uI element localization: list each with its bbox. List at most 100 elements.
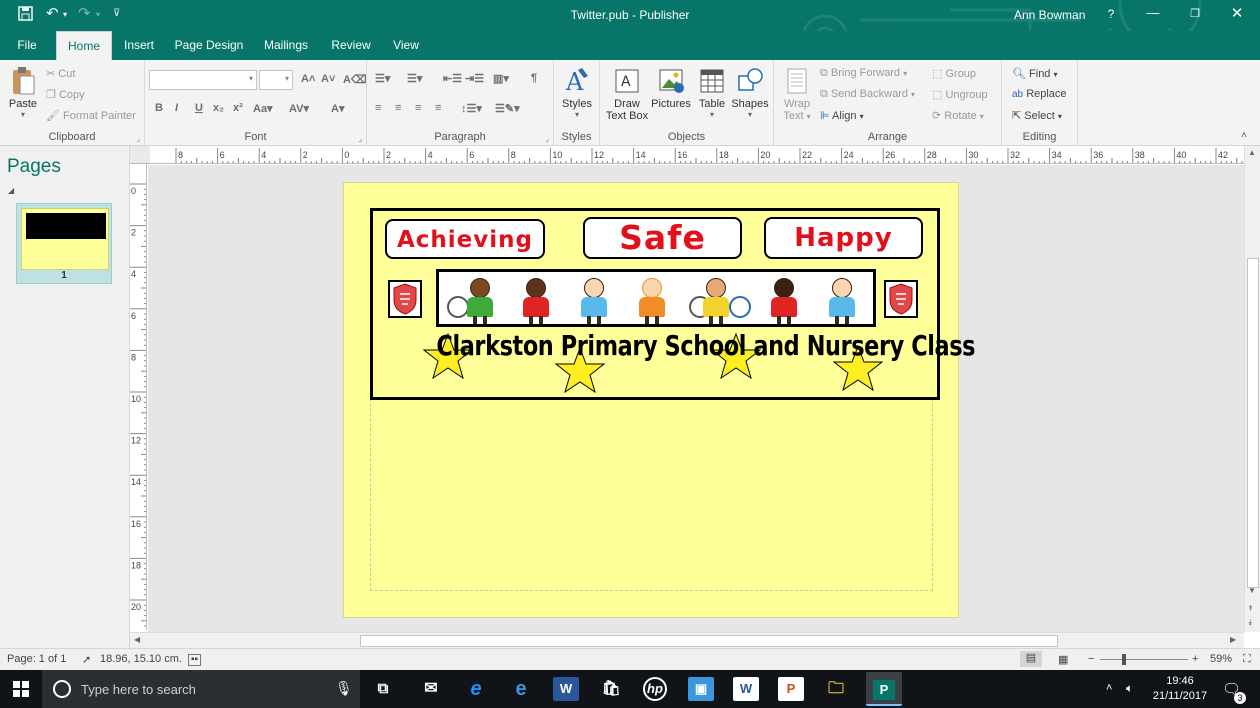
ruler-corner[interactable] — [130, 146, 150, 164]
store-icon[interactable]: 🛍︎ — [598, 677, 624, 701]
zoom-slider[interactable] — [1100, 659, 1188, 660]
clear-formatting-icon[interactable]: A⌫ — [343, 73, 367, 86]
show-paragraph-marks-icon[interactable]: ¶ — [531, 72, 537, 84]
label-happy[interactable]: Happy — [764, 217, 923, 259]
section-collapse-icon[interactable]: ◢ — [8, 186, 14, 195]
character-spacing-icon[interactable]: AV▾ — [289, 102, 309, 115]
bold-icon[interactable]: B — [155, 102, 163, 114]
send-backward-button[interactable]: ⧉ Send Backward ▾ — [820, 88, 915, 101]
word-document-icon[interactable]: W — [733, 677, 759, 701]
photos-icon[interactable]: ▣ — [688, 677, 714, 701]
select-button[interactable]: ⇱ Select ▾ — [1012, 109, 1062, 122]
banner-group[interactable]: Achieving Safe Happy Clarkston Primary S… — [370, 208, 976, 400]
close-button[interactable]: ✕ — [1222, 4, 1252, 22]
align-dropdown-icon[interactable]: ▾ — [860, 112, 864, 121]
line-spacing-icon[interactable]: ↕☰▾ — [461, 102, 482, 115]
replace-button[interactable]: ab Replace — [1012, 88, 1067, 100]
horizontal-ruler[interactable]: 8 6 4 2 0 2 4 6 8 10 12 14 16 18 20 22 24 26 28 30 32 34 36 38 4… — [150, 146, 1244, 164]
tab-insert[interactable]: Insert — [117, 31, 161, 60]
bullets-icon[interactable]: ☰▾ — [375, 72, 390, 85]
volume-muted-icon[interactable]: 🔈︎ — [1126, 681, 1133, 696]
columns-icon[interactable]: ▥▾ — [493, 72, 509, 85]
superscript-icon[interactable]: x² — [233, 102, 243, 114]
scroll-down-icon[interactable]: ▼ — [1248, 586, 1256, 595]
label-achieving[interactable]: Achieving — [385, 219, 545, 259]
find-button[interactable]: 🔍︎ Find ▾ — [1012, 67, 1058, 80]
powerpoint-icon[interactable]: P — [778, 677, 804, 701]
previous-page-icon[interactable]: ⯭ — [1248, 604, 1253, 614]
school-crest-right[interactable] — [884, 280, 918, 318]
publisher-taskbar-button[interactable]: P — [866, 672, 902, 706]
rotate-button[interactable]: ⟳ Rotate ▾ — [932, 109, 984, 122]
rotate-dropdown-icon[interactable]: ▾ — [980, 112, 984, 121]
school-name-text[interactable]: Clarkston Primary School and Nursery Cla… — [436, 329, 975, 362]
subscript-icon[interactable]: x₂ — [213, 102, 224, 114]
numbering-icon[interactable]: ☰▾ — [407, 72, 422, 85]
align-right-icon[interactable]: ≡ — [415, 102, 421, 114]
file-explorer-icon[interactable]: 🗀 — [823, 677, 849, 701]
group-button[interactable]: ⬚ Group — [932, 67, 976, 80]
italic-icon[interactable]: I — [175, 102, 178, 114]
children-clipart[interactable] — [436, 269, 876, 327]
task-view-icon[interactable]: ⧉ — [370, 677, 396, 701]
zoom-level[interactable]: 59% — [1210, 653, 1232, 665]
shapes-dropdown-icon[interactable]: ▾ — [730, 110, 770, 119]
tab-home[interactable]: Home — [56, 31, 112, 60]
help-button[interactable]: ? — [1096, 7, 1126, 21]
edge-icon[interactable]: e — [508, 677, 534, 701]
vertical-scroll-thumb[interactable] — [1247, 258, 1259, 588]
justify-icon[interactable]: ≡ — [435, 102, 441, 114]
microphone-icon[interactable]: 🎙︎ — [335, 680, 353, 697]
wrap-text-button[interactable]: Wrap Text ▾ — [780, 66, 814, 122]
show-hidden-icons[interactable]: ˄ — [1106, 682, 1112, 694]
label-safe[interactable]: Safe — [583, 217, 742, 259]
vertical-scrollbar[interactable]: ▲ ▼ ⯭ ⯯ — [1244, 146, 1260, 632]
zoom-slider-thumb[interactable] — [1122, 654, 1126, 665]
school-crest-left[interactable] — [388, 280, 422, 318]
ungroup-button[interactable]: ⬚ Ungroup — [932, 88, 988, 101]
scroll-left-icon[interactable]: ◀ — [134, 635, 140, 644]
align-button[interactable]: ⊫ Align ▾ — [820, 109, 864, 122]
copy-button[interactable]: ❐ Copy — [46, 88, 85, 101]
font-name-dropdown-icon[interactable]: ▾ — [249, 74, 253, 83]
select-dropdown-icon[interactable]: ▾ — [1058, 112, 1062, 121]
underline-icon[interactable]: U — [195, 102, 203, 114]
clock[interactable]: 19:46 21/11/2017 — [1148, 674, 1212, 704]
increase-indent-icon[interactable]: ⇥☰ — [465, 72, 484, 85]
scroll-right-icon[interactable]: ▶ — [1230, 635, 1236, 644]
two-page-view-icon[interactable]: ▦ — [1058, 653, 1068, 666]
word-icon[interactable]: W — [553, 677, 579, 701]
shapes-button[interactable]: Shapes ▾ — [730, 66, 770, 119]
vertical-ruler[interactable]: 0 2 4 6 8 10 12 14 16 18 20 — [130, 164, 147, 630]
grow-font-icon[interactable]: A˄ — [301, 73, 315, 85]
font-launcher-icon[interactable]: ⌟ — [358, 134, 362, 143]
format-painter-button[interactable]: 🖌 Format Painter — [46, 109, 136, 122]
tab-file[interactable]: File — [8, 31, 46, 60]
send-backward-dropdown-icon[interactable]: ▾ — [911, 90, 915, 99]
shrink-font-icon[interactable]: A˅ — [321, 73, 335, 85]
taskbar-search-box[interactable]: Type here to search 🎙︎ — [42, 670, 360, 708]
find-dropdown-icon[interactable]: ▾ — [1054, 70, 1058, 79]
internet-explorer-icon[interactable]: e — [463, 677, 489, 701]
minimize-button[interactable]: — — [1138, 5, 1168, 20]
page-indicator[interactable]: Page: 1 of 1 — [7, 653, 66, 665]
horizontal-scrollbar[interactable]: ◀ ▶ — [130, 632, 1244, 648]
user-account[interactable]: Ann Bowman — [1014, 8, 1085, 22]
font-size-dropdown-icon[interactable]: ▾ — [285, 74, 289, 83]
zoom-in-button[interactable]: + — [1192, 653, 1198, 665]
wrap-text-dropdown-icon[interactable]: ▾ — [807, 112, 811, 121]
paste-dropdown-icon[interactable]: ▾ — [6, 110, 40, 119]
draw-text-box-button[interactable]: A Draw Text Box — [604, 66, 650, 122]
cut-button[interactable]: ✂ Cut — [46, 67, 75, 80]
horizontal-scroll-thumb[interactable] — [360, 635, 1058, 647]
tab-mailings[interactable]: Mailings — [257, 31, 315, 60]
tab-page-design[interactable]: Page Design — [170, 31, 248, 60]
single-page-view-icon[interactable]: ▤ — [1020, 651, 1042, 667]
clipboard-launcher-icon[interactable]: ⌟ — [136, 134, 140, 143]
bring-forward-dropdown-icon[interactable]: ▾ — [903, 69, 907, 78]
publication-page[interactable]: Achieving Safe Happy Clarkston Primary S… — [343, 182, 976, 618]
zoom-out-button[interactable]: − — [1088, 653, 1094, 665]
align-center-icon[interactable]: ≡ — [395, 102, 401, 114]
restore-button[interactable]: ❐ — [1180, 7, 1210, 20]
tab-view[interactable]: View — [386, 31, 426, 60]
